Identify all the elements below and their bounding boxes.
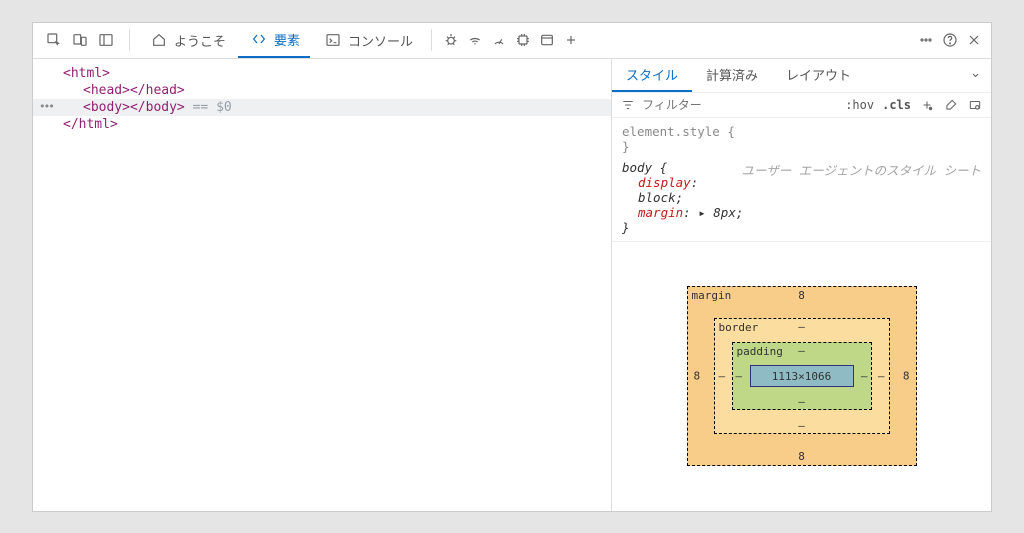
html-tag: <html> — [63, 66, 110, 81]
bm-margin-bottom: 8 — [798, 450, 805, 463]
tab-welcome[interactable]: ようこそ — [138, 22, 236, 58]
styles-filter-bar: :hov .cls — [612, 93, 991, 118]
bm-content[interactable]: 1113×1066 — [750, 365, 854, 387]
more-icon[interactable] — [915, 29, 937, 51]
flex-icon[interactable] — [967, 97, 983, 113]
new-style-icon[interactable] — [919, 97, 935, 113]
add-tab-icon[interactable] — [560, 29, 582, 51]
bm-padding-label: padding — [737, 345, 783, 358]
body-close-tag: </body> — [130, 100, 185, 115]
tabs-spacer — [865, 59, 960, 92]
body-rule[interactable]: body { ユーザー エージェントのスタイル シート — [622, 160, 981, 175]
colon: : — [683, 205, 698, 220]
memory-icon[interactable] — [512, 29, 534, 51]
inspect-tools — [39, 29, 121, 51]
css-declaration[interactable]: margin: ▸ 8px; — [622, 205, 981, 220]
element-style-rule[interactable]: element.style { — [622, 124, 981, 139]
console-icon — [322, 29, 344, 51]
bm-padding-bottom: – — [798, 395, 805, 408]
rule-close: } — [622, 139, 981, 154]
separator — [129, 29, 130, 51]
rule-close: } — [622, 220, 981, 235]
hov-toggle[interactable]: :hov — [845, 98, 874, 112]
home-icon — [148, 29, 170, 51]
head-tag: <head></head> — [83, 83, 185, 98]
bm-content-size: 1113×1066 — [772, 370, 832, 383]
html-close-tag: </html> — [63, 117, 118, 132]
bm-padding-left: – — [736, 370, 743, 383]
bm-margin-right: 8 — [903, 370, 910, 383]
styles-sidebar: スタイル 計算済み レイアウト ⌄ :hov .cls element.styl… — [611, 59, 991, 511]
dom-line[interactable]: <html> — [33, 65, 611, 82]
bm-border-label: border — [719, 321, 759, 334]
tab-welcome-label: ようこそ — [174, 31, 226, 50]
box-model[interactable]: margin 8 8 8 8 border – – – – padding — [687, 286, 917, 466]
devtools-window: ようこそ 要素 コンソール <html> <head></head> <body… — [32, 22, 992, 512]
styles-rules: element.style { } body { ユーザー エージェントのスタイ… — [612, 118, 991, 242]
bm-margin[interactable]: margin 8 8 8 8 border – – – – padding — [687, 286, 917, 466]
bm-border[interactable]: border – – – – padding – – – – 11 — [714, 318, 890, 434]
bm-border-bottom: – — [798, 419, 805, 432]
bm-padding[interactable]: padding – – – – 1113×1066 — [732, 342, 872, 410]
bm-border-right: – — [878, 370, 885, 383]
body-open-tag: <body> — [83, 100, 130, 115]
network-icon[interactable] — [464, 29, 486, 51]
inspect-element-icon[interactable] — [43, 29, 65, 51]
dom-line-selected[interactable]: <body></body> == $0 — [33, 99, 611, 116]
application-icon[interactable] — [536, 29, 558, 51]
bm-padding-top: – — [798, 344, 805, 357]
rule-selector: body { — [622, 160, 667, 175]
css-value: block — [638, 190, 676, 205]
brush-icon[interactable] — [943, 97, 959, 113]
css-prop: display — [638, 175, 691, 190]
cls-toggle[interactable]: .cls — [882, 98, 911, 112]
box-model-view: margin 8 8 8 8 border – – – – padding — [612, 242, 991, 511]
bm-border-left: – — [719, 370, 726, 383]
bm-margin-left: 8 — [694, 370, 701, 383]
colon: : — [691, 175, 699, 190]
main-toolbar: ようこそ 要素 コンソール — [33, 23, 991, 59]
panel-icon[interactable] — [95, 29, 117, 51]
tab-console[interactable]: コンソール — [312, 22, 423, 58]
semi: ; — [736, 205, 744, 220]
tab-elements[interactable]: 要素 — [238, 22, 310, 58]
css-declaration[interactable]: display: block; — [622, 175, 981, 205]
dom-line[interactable]: <head></head> — [33, 82, 611, 99]
separator — [431, 29, 432, 51]
filter-input[interactable] — [642, 98, 837, 112]
rule-open: element.style { — [622, 124, 735, 139]
tab-styles[interactable]: スタイル — [612, 59, 692, 92]
cls-label: .cls — [882, 98, 911, 112]
dom-line[interactable]: </html> — [33, 116, 611, 133]
tab-computed[interactable]: 計算済み — [692, 59, 772, 92]
bm-margin-top: 8 — [798, 289, 805, 302]
performance-icon[interactable] — [488, 29, 510, 51]
tab-elements-label: 要素 — [274, 30, 300, 49]
filter-icon — [620, 97, 636, 113]
code-icon — [248, 28, 270, 50]
dom-tree[interactable]: <html> <head></head> <body></body> == $0… — [33, 59, 611, 511]
bm-border-top: – — [798, 320, 805, 333]
device-toggle-icon[interactable] — [69, 29, 91, 51]
expand-triangle-icon[interactable]: ▸ — [698, 205, 713, 220]
styles-tabs: スタイル 計算済み レイアウト ⌄ — [612, 59, 991, 93]
bug-icon[interactable] — [440, 29, 462, 51]
bm-margin-label: margin — [692, 289, 732, 302]
chevron-down-icon[interactable]: ⌄ — [960, 59, 991, 92]
main-area: <html> <head></head> <body></body> == $0… — [33, 59, 991, 511]
close-icon[interactable] — [963, 29, 985, 51]
ua-stylesheet-label: ユーザー エージェントのスタイル シート — [741, 160, 981, 179]
tab-console-label: コンソール — [348, 31, 413, 50]
css-prop: margin — [638, 205, 683, 220]
dom-selection-marker: == $0 — [185, 100, 232, 115]
tab-layout[interactable]: レイアウト — [772, 59, 865, 92]
css-value: 8px — [713, 205, 736, 220]
semi: ; — [676, 190, 684, 205]
bm-padding-right: – — [861, 370, 868, 383]
help-icon[interactable] — [939, 29, 961, 51]
